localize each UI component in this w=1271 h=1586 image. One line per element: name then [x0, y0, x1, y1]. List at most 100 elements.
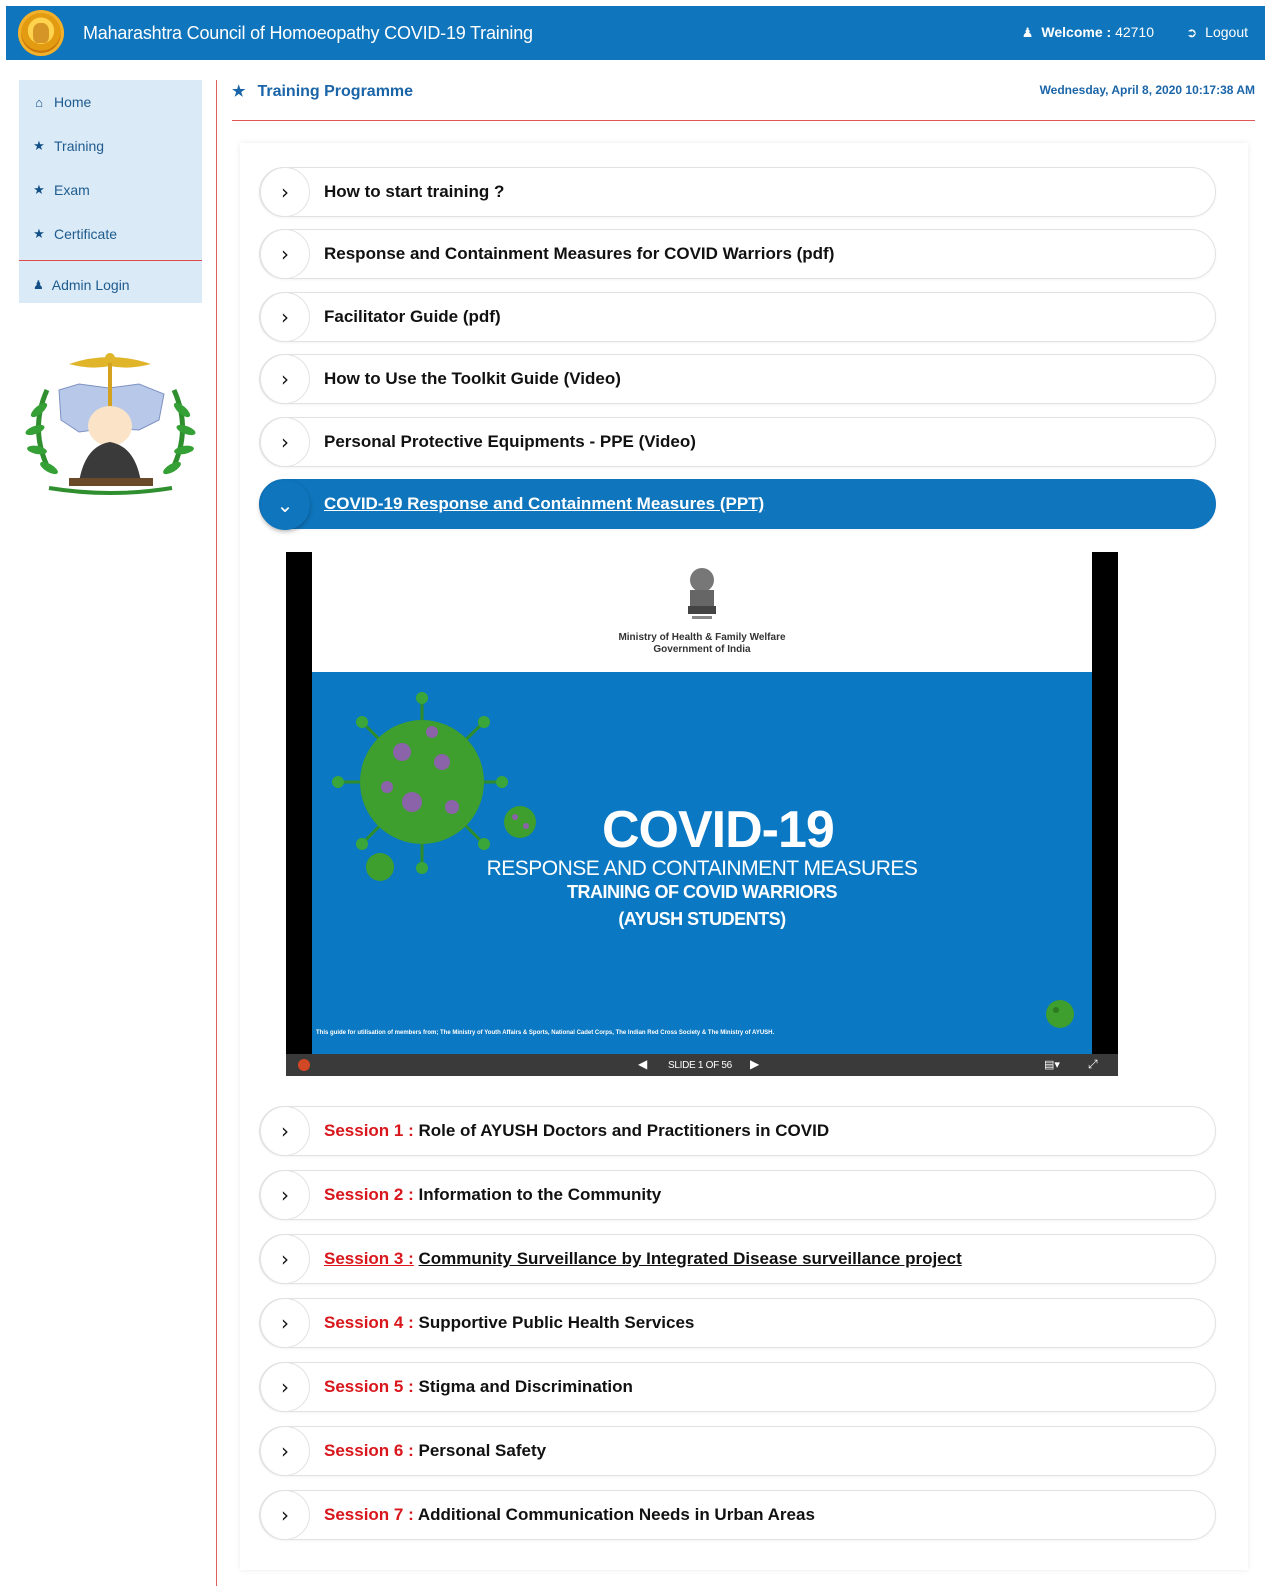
sidebar-item-label: Certificate: [54, 226, 118, 242]
sidebar-item-label: Admin Login: [51, 277, 130, 293]
top-header-bar: Maharashtra Council of Homoeopathy COVID…: [6, 6, 1265, 60]
session-number: Session 7 :: [324, 1505, 414, 1524]
sidebar-item-training[interactable]: ★ Training: [19, 124, 202, 168]
council-logo-icon: [18, 10, 64, 56]
session-title: Session 2 : Information to the Community: [324, 1185, 661, 1205]
accordion-item-covid-ppt[interactable]: ⌄ COVID-19 Response and Containment Meas…: [259, 479, 1216, 530]
star-icon: ★: [33, 182, 45, 197]
session-name: Stigma and Discrimination: [418, 1377, 633, 1396]
fullscreen-icon[interactable]: ⤢: [1088, 1057, 1098, 1072]
accordion-item-toolkit-video[interactable]: › How to Use the Toolkit Guide (Video): [259, 354, 1216, 404]
notes-menu-icon[interactable]: ▤▾: [1044, 1058, 1060, 1071]
session-title: Session 5 : Stigma and Discrimination: [324, 1377, 633, 1397]
session-title: Session 1 : Role of AYUSH Doctors and Pr…: [324, 1121, 829, 1141]
session-number: Session 3 :: [324, 1249, 414, 1268]
session-number: Session 4 :: [324, 1313, 414, 1332]
session-number: Session 1 :: [324, 1121, 414, 1140]
star-icon: ★: [33, 226, 45, 241]
chevron-right-icon[interactable]: ›: [260, 1234, 310, 1284]
sidebar-item-label: Training: [54, 138, 105, 154]
chevron-right-icon[interactable]: ›: [260, 354, 310, 404]
logout-label: Logout: [1205, 24, 1248, 40]
chevron-right-icon[interactable]: ›: [260, 1490, 310, 1540]
sidebar-item-label: Home: [54, 94, 92, 110]
accordion-item-session-4[interactable]: › Session 4 : Supportive Public Health S…: [259, 1298, 1216, 1348]
sidebar-item-certificate[interactable]: ★ Certificate: [19, 212, 202, 256]
accordion-item-session-6[interactable]: › Session 6 : Personal Safety: [259, 1426, 1216, 1476]
chevron-right-icon[interactable]: ›: [260, 1298, 310, 1348]
accordion-item-session-5[interactable]: › Session 5 : Stigma and Discrimination: [259, 1362, 1216, 1412]
session-name: Additional Communication Needs in Urban …: [417, 1505, 815, 1524]
sidebar-item-exam[interactable]: ★ Exam: [19, 168, 202, 212]
accordion-item-response-pdf[interactable]: › Response and Containment Measures for …: [259, 229, 1216, 279]
session-name: Supportive Public Health Services: [418, 1313, 695, 1332]
homoeopathy-emblem-logo: [25, 353, 196, 495]
ashoka-emblem-icon: [688, 568, 716, 619]
slide-subtitle-1: RESPONSE AND CONTAINMENT MEASURES: [486, 857, 918, 880]
logout-link[interactable]: ➲ Logout: [1186, 24, 1248, 41]
accordion-item-session-2[interactable]: › Session 2 : Information to the Communi…: [259, 1170, 1216, 1220]
session-name: Community Surveillance by Integrated Dis…: [418, 1249, 962, 1268]
session-name: Personal Safety: [418, 1441, 547, 1460]
app-title: Maharashtra Council of Homoeopathy COVID…: [83, 23, 533, 43]
user-icon: ♟: [33, 278, 44, 292]
slide-footer-text: This guide for utilisation of members fr…: [316, 1030, 775, 1036]
accordion-title: Personal Protective Equipments - PPE (Vi…: [324, 432, 696, 451]
session-title: Session 7 : Additional Communication Nee…: [324, 1505, 815, 1525]
accordion-item-session-7[interactable]: › Session 7 : Additional Communication N…: [259, 1490, 1216, 1540]
home-icon: ⌂: [35, 94, 43, 110]
star-icon: ★: [232, 83, 246, 100]
ppt-viewer: Ministry of Health & Family Welfare Gove…: [286, 552, 1118, 1076]
sidebar-item-home[interactable]: ⌂ Home: [19, 80, 202, 124]
accordion-title: Response and Containment Measures for CO…: [324, 244, 835, 263]
session-number: Session 5 :: [324, 1377, 414, 1396]
sidebar-nav: ⌂ Home ★ Training ★ Exam ★ Certificate ♟…: [19, 80, 202, 303]
virus-illustration: [332, 692, 508, 881]
ppt-control-bar: ◀ SLIDE 1 OF 56 ▶ ▤▾ ⤢: [286, 1054, 1118, 1076]
accordion-title: How to start training ?: [324, 182, 505, 201]
slide-subtitle-3: (AYUSH STUDENTS): [618, 909, 786, 929]
welcome-label: Welcome :: [1041, 24, 1112, 40]
welcome-user-id: 42710: [1115, 24, 1154, 40]
session-title: Session 6 : Personal Safety: [324, 1441, 546, 1461]
current-datetime: Wednesday, April 8, 2020 10:17:38 AM: [1039, 83, 1255, 97]
chevron-right-icon[interactable]: ›: [260, 229, 310, 279]
heading-divider: [232, 120, 1255, 121]
chevron-right-icon[interactable]: ›: [260, 292, 310, 342]
ministry-line-2: Government of India: [653, 644, 751, 655]
accordion-title: How to Use the Toolkit Guide (Video): [324, 369, 621, 388]
session-number: Session 2 :: [324, 1185, 414, 1204]
logout-icon: ➲: [1186, 25, 1198, 40]
session-number: Session 6 :: [324, 1441, 414, 1460]
small-virus-illustration: [504, 806, 536, 838]
accordion-item-how-to-start[interactable]: › How to start training ?: [259, 167, 1216, 217]
accordion-item-session-3[interactable]: › Session 3 : Community Surveillance by …: [259, 1234, 1216, 1284]
ministry-line-1: Ministry of Health & Family Welfare: [618, 632, 786, 643]
chevron-down-icon[interactable]: ⌄: [260, 480, 310, 530]
previous-slide-icon[interactable]: ◀: [638, 1057, 647, 1071]
chevron-right-icon[interactable]: ›: [260, 1426, 310, 1476]
session-title: Session 4 : Supportive Public Health Ser…: [324, 1313, 694, 1333]
sidebar-divider: [19, 260, 202, 261]
page-title-text: Training Programme: [257, 83, 414, 100]
chevron-right-icon[interactable]: ›: [260, 1170, 310, 1220]
sidebar-item-admin-login[interactable]: ♟ Admin Login: [19, 265, 202, 305]
user-icon: ♟: [1021, 25, 1034, 40]
sidebar-item-label: Exam: [54, 182, 90, 198]
chevron-right-icon[interactable]: ›: [260, 417, 310, 467]
accordion-title: COVID-19 Response and Containment Measur…: [324, 494, 765, 513]
accordion-item-session-1[interactable]: › Session 1 : Role of AYUSH Doctors and …: [259, 1106, 1216, 1156]
page-title: ★ Training Programme: [232, 82, 413, 101]
ministry-text: Ministry of Health & Family Welfare Gove…: [312, 632, 1092, 656]
chevron-right-icon[interactable]: ›: [260, 167, 310, 217]
accordion-item-ppe-video[interactable]: › Personal Protective Equipments - PPE (…: [259, 417, 1216, 467]
slide-subtitle-2: TRAINING OF COVID WARRIORS: [567, 882, 838, 902]
next-slide-icon[interactable]: ▶: [750, 1057, 759, 1071]
accordion-item-facilitator-guide[interactable]: › Facilitator Guide (pdf): [259, 292, 1216, 342]
powerpoint-icon[interactable]: [298, 1059, 310, 1071]
chevron-right-icon[interactable]: ›: [260, 1362, 310, 1412]
chevron-right-icon[interactable]: ›: [260, 1106, 310, 1156]
corner-virus-illustration: [1046, 1000, 1074, 1028]
session-name: Information to the Community: [418, 1185, 662, 1204]
slide-header: Ministry of Health & Family Welfare Gove…: [312, 552, 1092, 672]
